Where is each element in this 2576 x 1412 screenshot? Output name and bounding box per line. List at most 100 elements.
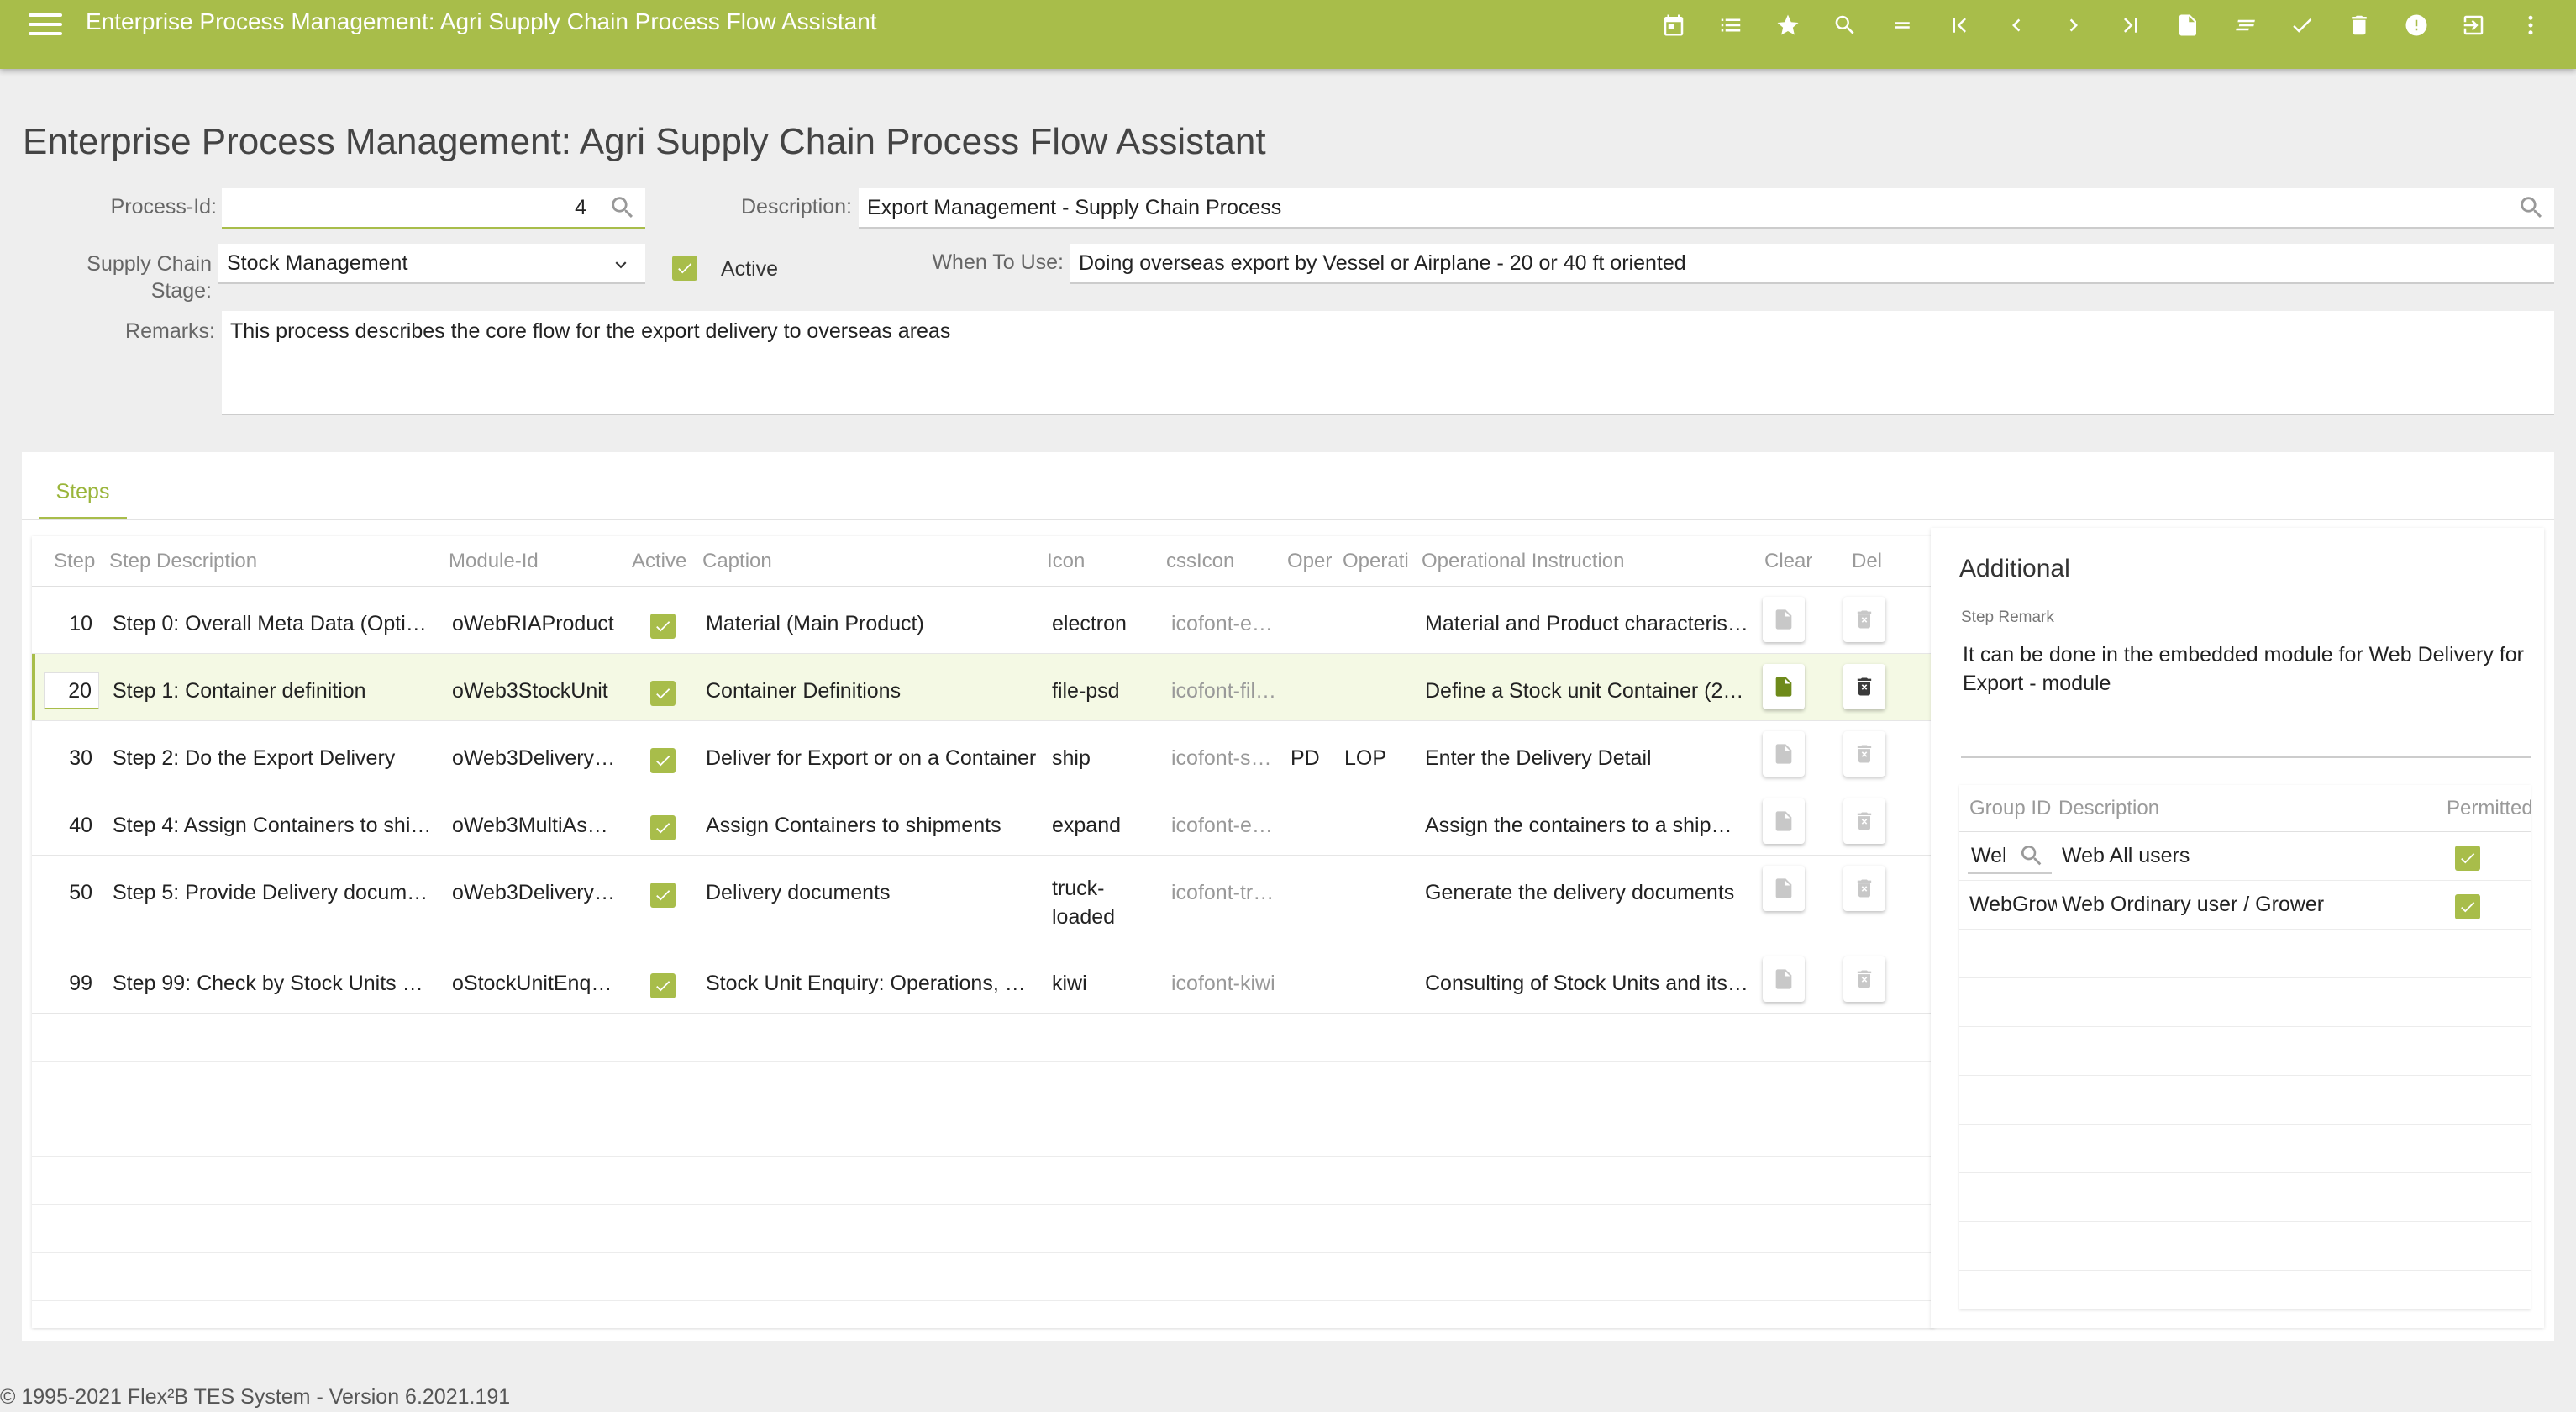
empty-row [1959, 978, 2531, 1027]
remarks-value: This process describes the core flow for… [230, 319, 951, 343]
permitted-checkbox[interactable] [2455, 894, 2480, 919]
col-group-id[interactable]: Group ID [1969, 797, 2051, 820]
col-icon[interactable]: Icon [1047, 550, 1085, 573]
col-operational-instruction[interactable]: Operational Instruction [1422, 550, 1624, 573]
tab-steps[interactable]: Steps [39, 467, 127, 519]
search-icon[interactable] [2018, 842, 2045, 869]
exit-icon[interactable] [2445, 8, 2502, 42]
step-description: Step 0: Overall Meta Data (Optional) [113, 612, 437, 635]
permitted-checkbox[interactable] [2455, 846, 2480, 871]
document-icon [1772, 809, 1795, 834]
next-icon[interactable] [2045, 8, 2102, 42]
alert-icon[interactable] [2388, 8, 2445, 42]
first-record-icon[interactable] [1931, 8, 1988, 42]
delete-row-button[interactable] [1843, 597, 1885, 642]
col-step-description[interactable]: Step Description [109, 550, 257, 573]
star-icon[interactable] [1759, 8, 1816, 42]
caption: Delivery documents [706, 881, 891, 904]
step-number: 10 [69, 612, 92, 635]
table-row[interactable]: 99 Step 99: Check by Stock Units Enquiry o… [32, 946, 1934, 1014]
active-checkbox[interactable] [650, 681, 676, 706]
table-row[interactable]: 40 Step 4: Assign Containers to shipments… [32, 788, 1934, 856]
clear-button[interactable] [1763, 731, 1805, 777]
operational-instruction: Generate the delivery documents [1425, 881, 1735, 904]
supply-chain-stage-select[interactable]: Stock Management [218, 244, 645, 284]
col-clear[interactable]: Clear [1764, 550, 1812, 573]
more-vert-icon[interactable] [2502, 8, 2559, 42]
table-row[interactable]: 50 Step 5: Provide Delivery documents oWeb… [32, 856, 1934, 946]
oper: PD [1291, 746, 1320, 770]
step-description: Step 1: Container definition [113, 679, 366, 703]
col-module-id[interactable]: Module-Id [449, 550, 539, 573]
caption: Stock Unit Enquiry: Operations, history [706, 972, 1037, 995]
table-row[interactable]: 30 Step 2: Do the Export Delivery oWeb3Del… [32, 721, 1934, 788]
step-description: Step 99: Check by Stock Units Enquiry [113, 972, 437, 995]
document-icon [1772, 741, 1795, 767]
new-document-icon[interactable] [2159, 8, 2216, 42]
module-id: oWeb3StockUnit [452, 679, 608, 703]
step-description: Step 5: Provide Delivery documents [113, 881, 437, 904]
step-number: 30 [69, 746, 92, 770]
clear-button[interactable] [1763, 664, 1805, 709]
description-search-icon[interactable] [2517, 193, 2546, 222]
empty-row [1959, 1076, 2531, 1125]
col-oper[interactable]: Oper [1287, 550, 1341, 573]
permission-row[interactable]: Web Web All users [1959, 832, 2531, 881]
group-id: WebGrower [1969, 893, 2057, 916]
step-number-input[interactable]: 20 [44, 672, 99, 709]
remarks-textarea[interactable]: This process describes the core flow for… [222, 311, 2554, 415]
col-del[interactable]: Del [1852, 550, 1882, 573]
check-icon[interactable] [2274, 8, 2331, 42]
delete-row-button[interactable] [1843, 956, 1885, 1002]
operational-instruction: Define a Stock unit Container (20 or 40 … [1425, 679, 1749, 703]
clear-button[interactable] [1763, 956, 1805, 1002]
icon-name: kiwi [1052, 972, 1087, 995]
previous-icon[interactable] [1988, 8, 2045, 42]
list-icon[interactable] [1702, 8, 1759, 42]
clear-button[interactable] [1763, 798, 1805, 844]
delete-row-button[interactable] [1843, 731, 1885, 777]
active-checkbox[interactable] [650, 748, 676, 773]
operational-instruction: Enter the Delivery Detail [1425, 746, 1652, 770]
col-group-description[interactable]: Description [2058, 797, 2159, 820]
delete-row-button[interactable] [1843, 664, 1885, 709]
col-operati[interactable]: Operati [1343, 550, 1418, 573]
step-description: Step 4: Assign Containers to shipments [113, 814, 437, 837]
clear-button[interactable] [1763, 866, 1805, 911]
active-checkbox[interactable] [650, 614, 676, 639]
col-caption[interactable]: Caption [702, 550, 772, 573]
delete-row-button[interactable] [1843, 866, 1885, 911]
active-checkbox[interactable] [650, 973, 676, 998]
active-checkbox[interactable] [672, 256, 697, 281]
notes-icon[interactable] [2216, 8, 2274, 42]
col-css-icon[interactable]: cssIcon [1166, 550, 1234, 573]
calendar-icon[interactable] [1645, 8, 1702, 42]
process-id-value: 4 [575, 195, 586, 219]
permission-row[interactable]: WebGrowerWeb Ordinary user / Grower [1959, 881, 2531, 930]
last-record-icon[interactable] [2102, 8, 2159, 42]
empty-row [32, 1062, 1934, 1109]
menu-icon[interactable] [29, 10, 64, 40]
group-id-input[interactable]: Web [1968, 837, 2052, 874]
active-checkbox[interactable] [650, 882, 676, 908]
process-id-input[interactable]: 4 [222, 188, 645, 229]
delete-icon[interactable] [2331, 8, 2388, 42]
empty-row [32, 1014, 1934, 1062]
col-active[interactable]: Active [632, 550, 686, 573]
search-icon[interactable] [1816, 8, 1874, 42]
step-remark-value[interactable]: It can be done in the embedded module fo… [1963, 640, 2534, 698]
selection-indicator [32, 654, 35, 720]
icon-name: expand [1052, 814, 1122, 837]
equals-icon[interactable] [1874, 8, 1931, 42]
table-row[interactable]: 10 Step 0: Overall Meta Data (Optional) oW… [32, 587, 1934, 654]
col-permitted[interactable]: Permitted [2447, 797, 2531, 820]
col-step[interactable]: Step [54, 550, 95, 573]
table-row[interactable]: 20 Step 1: Container definition oWeb3Stock… [32, 654, 1934, 721]
tab-divider [22, 519, 2554, 520]
active-checkbox[interactable] [650, 815, 676, 840]
when-to-use-input[interactable]: Doing overseas export by Vessel or Airpl… [1070, 244, 2554, 284]
description-input[interactable]: Export Management - Supply Chain Process [859, 188, 2554, 229]
delete-row-button[interactable] [1843, 798, 1885, 844]
process-search-icon[interactable] [608, 193, 637, 222]
clear-button[interactable] [1763, 597, 1805, 642]
